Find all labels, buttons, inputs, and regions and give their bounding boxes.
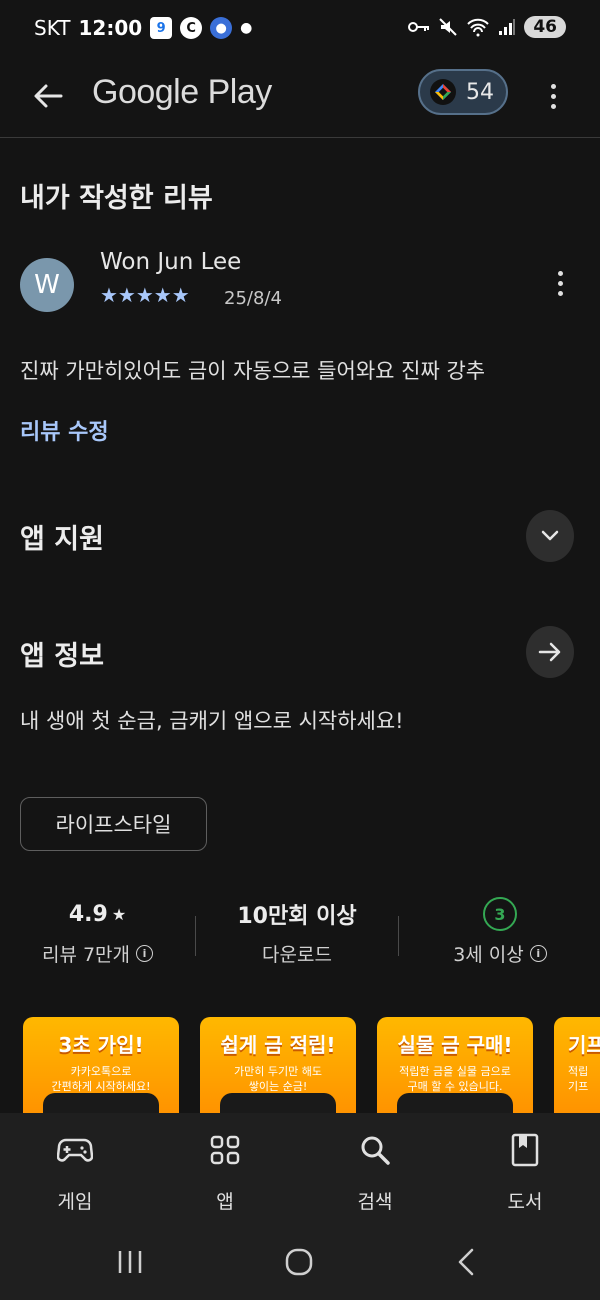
downloads-stat: 10만회 이상 다운로드 [197, 898, 397, 967]
content-rating-stat[interactable]: 3 3세 이상 i [400, 897, 600, 967]
status-left: SKT 12:00 9 C ● ● [34, 16, 252, 40]
battery-indicator: 46 [524, 16, 566, 38]
screenshot-card[interactable]: 기프 적립 기프 [554, 1017, 600, 1113]
review-options-button[interactable] [548, 266, 572, 300]
rating-stat[interactable]: 4.9 ★ 리뷰 7만개 i [0, 898, 195, 967]
app-support-expand-button[interactable] [526, 510, 574, 562]
more-vert-dot [550, 93, 556, 99]
gamepad-icon [25, 1131, 125, 1169]
play-points-count: 54 [466, 79, 494, 105]
downloads-value: 10만회 이상 [237, 904, 357, 929]
rating-value: 4.9 [68, 901, 108, 927]
content-rating-label-row: 3세 이상 i [400, 940, 600, 967]
character-app-icon: ● [210, 17, 233, 39]
screenshot-title: 쉽게 금 적립! [220, 1033, 336, 1057]
nav-item-search[interactable]: 검색 [325, 1131, 425, 1214]
more-vert-dot [557, 280, 563, 286]
phone-mockup [397, 1093, 513, 1113]
app-stats: 4.9 ★ 리뷰 7만개 i 10만회 이상 다운로드 3 3세 이상 i [0, 897, 600, 978]
screenshot-card[interactable]: 3초 가입! 카카오톡으로 간편하게 시작하세요! [23, 1017, 179, 1113]
home-button[interactable] [269, 1242, 329, 1282]
c-app-icon: C [180, 17, 203, 39]
more-options-button[interactable] [538, 74, 568, 118]
review-count-label: 리뷰 7만개 [41, 944, 131, 966]
apps-grid-icon [175, 1131, 275, 1169]
wifi-icon [467, 18, 490, 37]
vpn-key-icon [408, 22, 430, 32]
screenshot-card[interactable]: 실물 금 구매! 적립한 금을 실물 금으로 구매 할 수 있습니다. [377, 1017, 533, 1113]
app-support-heading: 앱 지원 [20, 524, 104, 555]
rating-label-row: 리뷰 7만개 i [0, 940, 195, 967]
category-chip[interactable]: 라이프스타일 [20, 797, 207, 851]
back-button[interactable] [26, 74, 70, 118]
chevron-left-icon [458, 1248, 474, 1276]
screenshot-title: 실물 금 구매! [397, 1033, 513, 1057]
recent-apps-icon [118, 1251, 142, 1273]
app-info-open-button[interactable] [526, 626, 574, 678]
review-text: 진짜 가만히있어도 금이 자동으로 들어와요 진짜 강추 [20, 359, 486, 383]
system-back-button[interactable] [436, 1242, 496, 1282]
star-icon: ★ [111, 904, 127, 924]
app-title: Google Play [92, 73, 272, 111]
phone-mockup [43, 1093, 159, 1113]
screenshot-subtitle: 가만히 두기만 해도 쌓이는 순금! [234, 1065, 322, 1093]
book-icon [475, 1131, 575, 1169]
status-right: 46 [408, 16, 566, 38]
status-bar: SKT 12:00 9 C ● ● 46 [0, 0, 600, 60]
info-icon: i [529, 945, 547, 962]
nav-item-books[interactable]: 도서 [475, 1131, 575, 1214]
more-vert-dot [550, 103, 556, 109]
edit-review-link[interactable]: 리뷰 수정 [20, 414, 109, 446]
play-points-button[interactable]: 54 [418, 69, 508, 115]
chevron-down-icon [541, 530, 559, 541]
signal-icon [499, 19, 516, 35]
nav-label: 검색 [357, 1191, 393, 1213]
more-vert-icon [550, 83, 556, 89]
reviewer-name: Won Jun Lee [100, 249, 242, 275]
app-bar: Google Play 54 [0, 60, 600, 138]
nav-item-apps[interactable]: 앱 [175, 1131, 275, 1214]
clock: 12:00 [78, 16, 143, 40]
review-date: 25/8/4 [224, 288, 282, 309]
screenshot-title: 기프 [568, 1033, 600, 1057]
downloads-label: 다운로드 [262, 944, 332, 966]
screenshot-carousel[interactable]: 3초 가입! 카카오톡으로 간편하게 시작하세요! 쉽게 금 적립! 가만히 두… [0, 1017, 600, 1113]
arrow-right-icon [538, 642, 561, 662]
stat-divider [195, 916, 196, 956]
bottom-navigation: 게임 앱 검색 도서 [0, 1113, 600, 1220]
content-rating-value-row: 3 [400, 897, 600, 931]
rating-value-row: 4.9 ★ [0, 898, 195, 930]
nav-label: 도서 [507, 1191, 543, 1213]
nav-label: 앱 [216, 1191, 234, 1213]
screenshot-subtitle: 적립한 금을 실물 금으로 구매 할 수 있습니다. [399, 1065, 511, 1093]
phone-mockup [220, 1093, 336, 1113]
my-review-heading: 내가 작성한 리뷰 [20, 183, 213, 214]
carrier-label: SKT [34, 16, 71, 40]
star-rating: ★★★★★ [100, 283, 190, 307]
stat-divider [398, 916, 399, 956]
more-vert-dot [557, 290, 563, 296]
search-icon [325, 1131, 425, 1169]
play-points-icon [430, 79, 456, 105]
notification-app-icon: 9 [150, 17, 173, 39]
age-rating-badge: 3 [483, 897, 517, 931]
content-rating-label: 3세 이상 [453, 944, 524, 966]
recent-apps-button[interactable] [100, 1242, 160, 1282]
arrow-left-icon [34, 84, 63, 108]
screenshot-card[interactable]: 쉽게 금 적립! 가만히 두기만 해도 쌓이는 순금! [200, 1017, 356, 1113]
screenshot-subtitle: 카카오톡으로 간편하게 시작하세요! [51, 1065, 151, 1093]
info-icon: i [136, 945, 154, 962]
more-vert-icon [557, 270, 563, 276]
mute-icon [439, 18, 458, 36]
nav-label: 게임 [57, 1191, 93, 1213]
screenshot-subtitle: 적립 기프 [568, 1065, 589, 1093]
app-description: 내 생애 첫 순금, 금캐기 앱으로 시작하세요! [20, 709, 404, 733]
avatar: W [20, 258, 74, 312]
app-info-heading: 앱 정보 [20, 641, 104, 672]
more-notifications-dot-icon: ● [240, 20, 253, 36]
home-icon [285, 1248, 313, 1276]
screenshot-title: 3초 가입! [58, 1033, 144, 1057]
system-navigation-bar [0, 1220, 600, 1300]
nav-item-games[interactable]: 게임 [25, 1131, 125, 1214]
